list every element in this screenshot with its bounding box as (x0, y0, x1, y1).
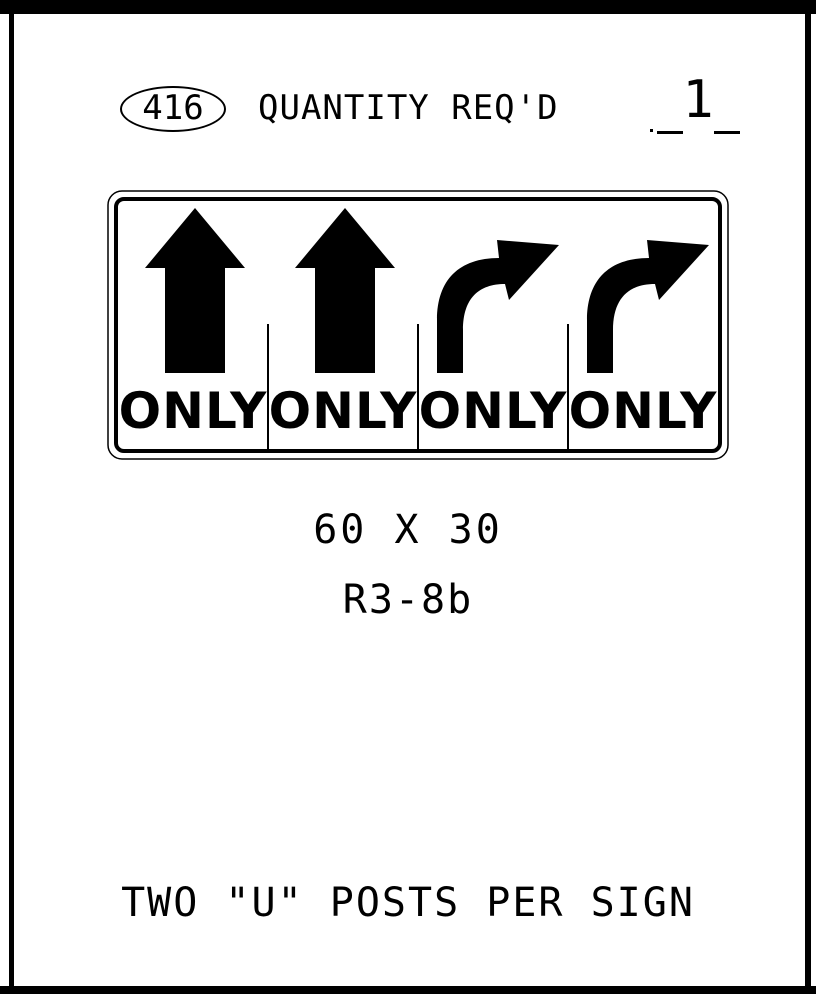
frame-bottom-border (0, 986, 816, 994)
lane-legend-only: ONLY (569, 382, 718, 440)
sign-code: R3-8b (342, 577, 474, 623)
lane-legend-only: ONLY (119, 382, 268, 440)
quantity-underline-right (714, 131, 740, 134)
sheet-number-bubble: 416 (120, 86, 226, 132)
sign-size: 60 X 30 (313, 507, 503, 553)
quantity-value: 1 (682, 70, 714, 130)
quantity-underline-left (657, 131, 683, 134)
lane-use-sign: ONLY ONLY ONLY ONLY (107, 190, 729, 460)
lane-legend-only: ONLY (269, 382, 418, 440)
frame-left-border (9, 0, 14, 994)
frame-top-border (0, 0, 816, 14)
sign-graphic: ONLY ONLY ONLY ONLY (107, 190, 729, 460)
quantity-row: 416 QUANTITY REQ'D 1 (120, 70, 760, 136)
lane-legend-only: ONLY (419, 382, 568, 440)
posts-note: TWO "U" POSTS PER SIGN (121, 880, 695, 926)
frame-right-border (805, 0, 811, 994)
quantity-label: QUANTITY REQ'D (258, 88, 559, 128)
